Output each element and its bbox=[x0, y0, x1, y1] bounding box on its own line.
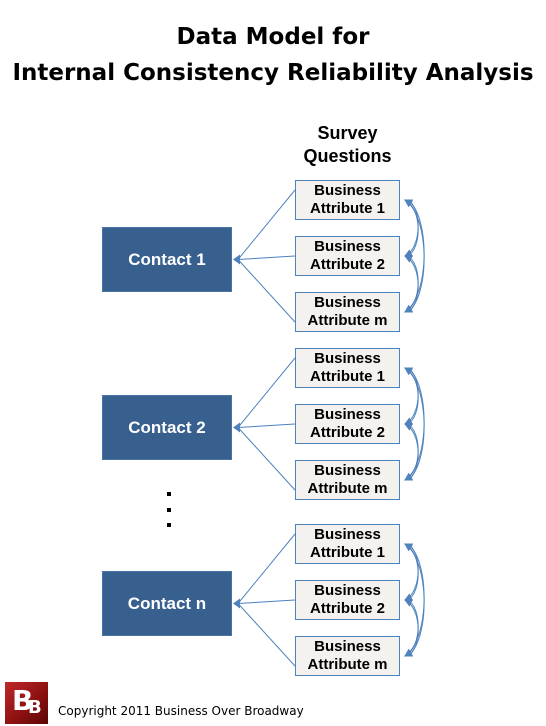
contact-to-attribute-connector bbox=[237, 599, 296, 604]
attribute-label: Attribute 1 bbox=[310, 544, 385, 561]
attribute-label: Attribute m bbox=[307, 480, 388, 497]
contact-to-attribute-connector bbox=[237, 189, 296, 260]
contact-box-1: Contact 1 bbox=[102, 227, 232, 292]
business-over-broadway-logo: B B bbox=[5, 682, 48, 724]
attribute-correlation-arrow bbox=[404, 599, 419, 657]
attribute-correlation-arrow bbox=[404, 423, 419, 481]
ellipsis-dot bbox=[167, 508, 171, 512]
attribute-label: Business bbox=[314, 582, 381, 599]
attribute-box-c2-a1: Business Attribute 1 bbox=[295, 348, 400, 388]
attribute-label: Business bbox=[314, 238, 381, 255]
connector-layer bbox=[233, 189, 425, 667]
contact-to-attribute-connector bbox=[237, 255, 296, 260]
attribute-box-c1-am: Business Attribute m bbox=[295, 292, 400, 332]
attribute-label: Attribute 2 bbox=[310, 256, 385, 273]
logo-letter-small: B bbox=[28, 697, 42, 718]
contact-to-attribute-connector bbox=[237, 533, 296, 604]
attribute-label: Attribute 2 bbox=[310, 600, 385, 617]
attribute-label: Attribute m bbox=[307, 312, 388, 329]
attribute-correlation-arrow bbox=[404, 367, 425, 481]
attribute-label: Attribute 1 bbox=[310, 368, 385, 385]
attribute-label: Business bbox=[314, 182, 381, 199]
attribute-correlation-arrow bbox=[404, 599, 419, 657]
attribute-label: Attribute 2 bbox=[310, 424, 385, 441]
attribute-correlation-arrow bbox=[404, 255, 419, 313]
attribute-box-c2-am: Business Attribute m bbox=[295, 460, 400, 500]
attribute-correlation-arrow bbox=[404, 367, 419, 425]
attribute-correlation-arrow bbox=[404, 543, 425, 657]
attribute-label: Business bbox=[314, 406, 381, 423]
attribute-label: Business bbox=[314, 462, 381, 479]
ellipsis-dot bbox=[167, 523, 171, 527]
contact-to-attribute-connector bbox=[237, 427, 296, 491]
attribute-correlation-arrow bbox=[404, 543, 425, 657]
ellipsis-dot bbox=[167, 492, 171, 496]
attribute-correlation-arrow bbox=[404, 367, 425, 481]
attribute-box-c2-a2: Business Attribute 2 bbox=[295, 404, 400, 444]
attribute-label: Business bbox=[314, 294, 381, 311]
attribute-label: Business bbox=[314, 350, 381, 367]
attribute-correlation-arrow bbox=[404, 199, 419, 257]
attribute-correlation-arrow bbox=[404, 255, 419, 313]
attribute-correlation-arrow bbox=[404, 543, 419, 601]
attribute-correlation-arrow bbox=[404, 543, 419, 601]
attribute-label: Business bbox=[314, 526, 381, 543]
attribute-box-cn-a2: Business Attribute 2 bbox=[295, 580, 400, 620]
contact-to-attribute-connector bbox=[237, 357, 296, 428]
contact-to-attribute-connector bbox=[237, 259, 296, 323]
attribute-label: Business bbox=[314, 638, 381, 655]
contact-box-2: Contact 2 bbox=[102, 395, 232, 460]
attribute-label: Attribute m bbox=[307, 656, 388, 673]
attribute-correlation-arrow bbox=[404, 199, 419, 257]
attribute-box-c1-a1: Business Attribute 1 bbox=[295, 180, 400, 220]
attribute-box-c1-a2: Business Attribute 2 bbox=[295, 236, 400, 276]
attribute-correlation-arrow bbox=[404, 199, 425, 313]
attribute-correlation-arrow bbox=[404, 199, 425, 313]
attribute-box-cn-am: Business Attribute m bbox=[295, 636, 400, 676]
copyright-text: Copyright 2011 Business Over Broadway bbox=[58, 704, 304, 718]
contact-to-attribute-connector bbox=[237, 603, 296, 667]
attribute-correlation-arrow bbox=[404, 423, 419, 481]
attribute-label: Attribute 1 bbox=[310, 200, 385, 217]
contact-box-n: Contact n bbox=[102, 571, 232, 636]
attribute-box-cn-a1: Business Attribute 1 bbox=[295, 524, 400, 564]
contact-to-attribute-connector bbox=[237, 423, 296, 428]
attribute-correlation-arrow bbox=[404, 367, 419, 425]
